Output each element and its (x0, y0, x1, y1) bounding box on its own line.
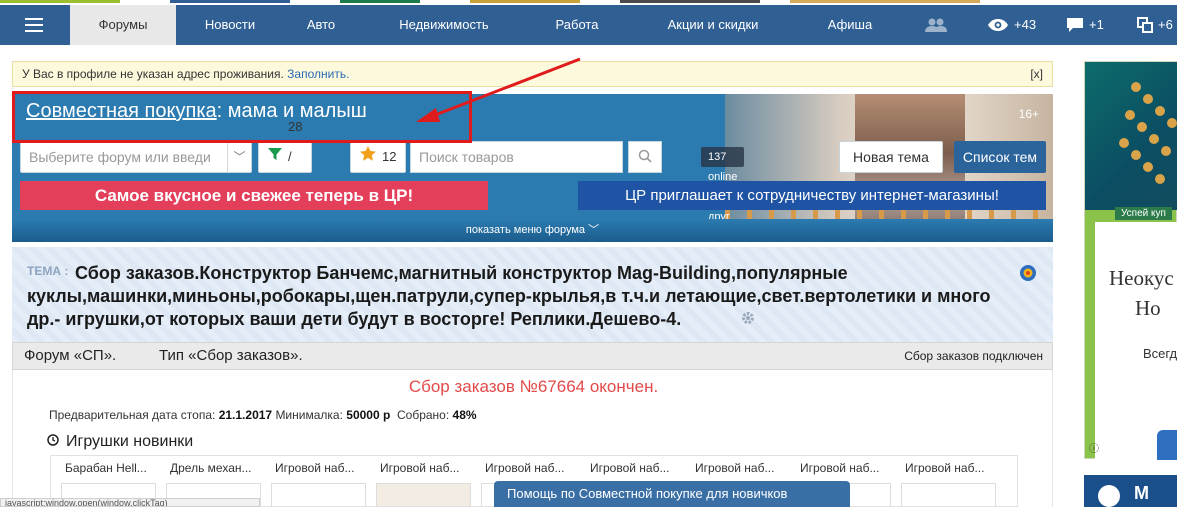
tab-jobs[interactable]: Работа (532, 5, 622, 45)
tab-events[interactable]: Афиша (805, 5, 895, 45)
product-name: Игровой наб... (695, 461, 775, 475)
product-name: Игровой наб... (800, 461, 880, 475)
views-count: +43 (1014, 17, 1037, 32)
menu-icon[interactable] (14, 5, 54, 45)
ad-logo-icon (1098, 485, 1120, 507)
chevron-down-icon[interactable]: ﹀ (227, 142, 251, 172)
tab-forums[interactable]: Форумы (70, 5, 176, 45)
product-name: Дрель механ... (170, 461, 252, 475)
chevron-down-icon: ﹀ (588, 224, 600, 236)
product-card[interactable]: Игровой наб... (261, 456, 366, 506)
stripe-segment (620, 0, 760, 3)
show-forum-menu[interactable]: показать меню форума ﹀ (12, 219, 1053, 242)
right-advertisement-2[interactable]: М (1084, 475, 1177, 507)
annotation-highlight-box (12, 91, 472, 143)
browser-status-bar: javascript:window.open(window.clickTag) (0, 498, 260, 507)
forum-select-placeholder: Выберите форум или введи (29, 149, 211, 165)
product-name: Игровой наб... (380, 461, 460, 475)
forum-type: Тип «Сбор заказов». (159, 347, 303, 364)
ad-letter: М (1134, 483, 1149, 503)
notifications-counter[interactable]: +6 (1137, 5, 1173, 45)
tab-auto[interactable]: Авто (286, 5, 356, 45)
product-name: Игровой наб... (590, 461, 670, 475)
stripe-segment (790, 0, 980, 3)
favorites-count: 12 (382, 149, 397, 164)
chat-icon (1066, 17, 1084, 33)
stop-date-value: 21.1.2017 (218, 408, 273, 422)
profile-address-alert: У Вас в профиле не указан адрес проживан… (12, 61, 1053, 87)
show-menu-label: показать меню форума (465, 224, 586, 236)
friends-icon[interactable] (924, 5, 948, 45)
search-icon (638, 149, 652, 166)
product-card[interactable]: Игровой наб... (366, 456, 471, 506)
minimum-label: Минималка: (275, 408, 343, 422)
help-panel-button[interactable]: Помощь по Совместной покупке для новичко… (494, 481, 850, 507)
tab-real-estate[interactable]: Недвижимость (380, 5, 508, 45)
product-name: Игровой наб... (275, 461, 355, 475)
topic-header: ТЕМА : Сбор заказов.Конструктор Банчемс,… (12, 247, 1053, 342)
ad-line-1: Неокус (1109, 266, 1174, 290)
age-rating: 16+ (1018, 107, 1039, 121)
stripe-segment (170, 0, 290, 3)
minimum-value: 50000 р (346, 408, 391, 422)
ad-text-panel: Неокус Но Всегд (1095, 222, 1177, 460)
messages-counter[interactable]: +1 (1066, 5, 1104, 45)
promo-banner-left[interactable]: Самое вкусное и свежее теперь в ЦР! (20, 181, 488, 210)
stripe-segment (470, 0, 580, 3)
search-button[interactable] (628, 141, 662, 173)
clock-icon (47, 433, 59, 451)
ad-image (1085, 62, 1177, 210)
category-title: Игрушки новинки (66, 433, 194, 450)
messages-count: +1 (1089, 17, 1104, 32)
topic-badge-icon[interactable] (1019, 264, 1037, 285)
new-topic-button[interactable]: Новая тема (839, 141, 943, 173)
notifications-count: +6 (1158, 17, 1173, 32)
stop-date-label: Предварительная дата стопа: (49, 408, 216, 422)
collected-value: 48% (452, 408, 477, 422)
search-input[interactable]: Поиск товаров (410, 141, 623, 173)
alert-fill-link[interactable]: Заполнить. (287, 67, 349, 81)
category-heading: Игрушки новинки (47, 433, 193, 451)
filter-icon (268, 142, 282, 172)
filter-button[interactable]: 28 / 28 (258, 119, 313, 194)
product-card[interactable]: Игровой наб... (891, 456, 996, 506)
forum-type-bar: Форум «СП». Тип «Сбор заказов». Сбор зак… (12, 342, 1053, 370)
gear-icon[interactable] (692, 309, 756, 332)
forum-select[interactable]: Выберите форум или введи ﹀ (20, 141, 252, 173)
right-advertisement[interactable]: Успей куп Неокус Но Всегд ⓘ (1084, 61, 1177, 460)
views-counter[interactable]: +43 (987, 5, 1036, 45)
ad-cta-button[interactable] (1157, 430, 1177, 460)
product-name: Игровой наб... (905, 461, 985, 475)
order-status: Сбор заказов подключен (904, 349, 1043, 363)
alert-close-button[interactable]: [x] (1030, 62, 1043, 86)
eye-icon (987, 18, 1009, 32)
ad-tag: Успей куп (1115, 207, 1172, 220)
top-navigation-bar: Форумы Новости Авто Недвижимость Работа … (0, 5, 1177, 45)
stripe-segment (340, 0, 420, 3)
forum-name: Форум «СП». (24, 347, 117, 364)
ad-line-3: Всегд (1143, 346, 1177, 361)
order-meta: Предварительная дата стопа: 21.1.2017 Ми… (49, 408, 477, 422)
windows-icon (1137, 17, 1153, 33)
collected-label: Собрано: (396, 408, 450, 422)
ad-info-icon[interactable]: ⓘ (1089, 440, 1099, 455)
star-icon (360, 142, 376, 172)
favorites-button[interactable]: 12 (350, 141, 407, 173)
topic-title: Сбор заказов.Конструктор Банчемс,магнитн… (27, 262, 1007, 332)
topic-title-text: Сбор заказов.Конструктор Банчемс,магнитн… (27, 263, 991, 329)
stripe-segment (0, 0, 120, 3)
ad-line-2: Но (1135, 296, 1161, 320)
online-status: 137 online / 1 друг (701, 147, 745, 223)
order-ended-text: Сбор заказов №67664 окончен. (408, 377, 659, 396)
tab-news[interactable]: Новости (186, 5, 274, 45)
product-name: Игровой наб... (485, 461, 565, 475)
promo-banner-right[interactable]: ЦР приглашает к сотрудничеству интернет-… (578, 181, 1046, 210)
topic-list-button[interactable]: Список тем (954, 141, 1046, 173)
product-name: Барабан Hell... (65, 461, 147, 475)
alert-text: У Вас в профиле не указан адрес проживан… (22, 67, 284, 81)
tab-promotions[interactable]: Акции и скидки (648, 5, 778, 45)
